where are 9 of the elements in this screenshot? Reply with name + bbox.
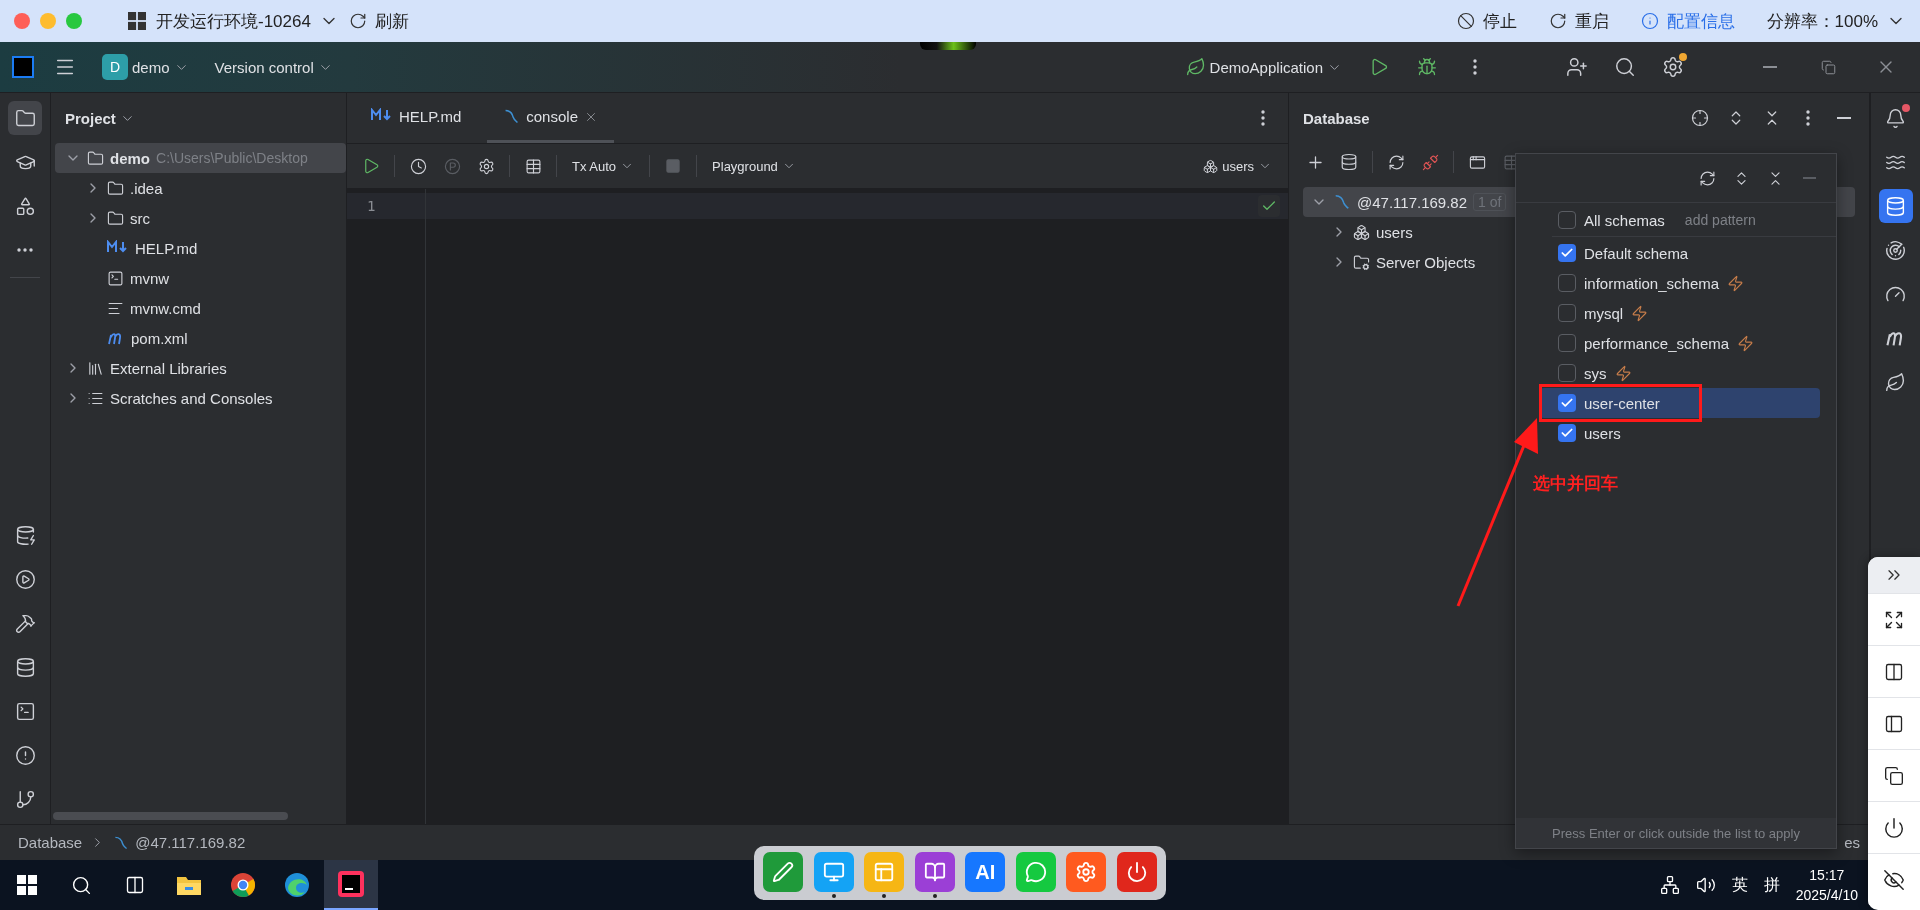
project-badge: D: [102, 54, 128, 80]
clock-date: 2025/4/10: [1795, 886, 1858, 905]
status-text: es: [1844, 834, 1860, 851]
line-number: 1: [347, 193, 425, 219]
hint-text: add pattern: [1684, 212, 1756, 228]
annotation-text: 选中并回车: [1533, 473, 1618, 495]
hint-text: Press Enter or click outside the list to apply: [1516, 818, 1836, 848]
clock-time: 15:17: [1809, 866, 1845, 885]
panel-title: Database: [1303, 109, 1370, 127]
